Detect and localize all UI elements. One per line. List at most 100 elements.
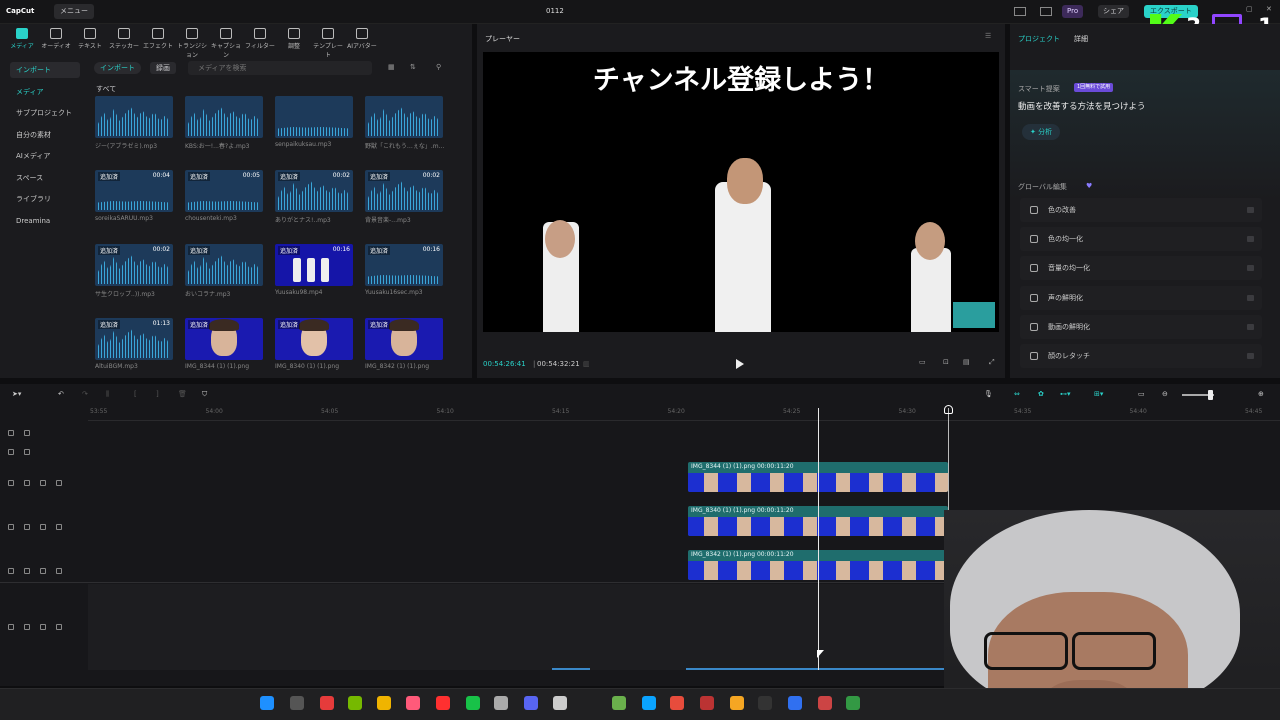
eye-icon[interactable] (40, 624, 46, 630)
split-right-icon[interactable]: ] (156, 390, 159, 398)
toggle[interactable] (1247, 294, 1254, 301)
zoom-slider-handle[interactable] (1208, 390, 1213, 400)
redo-icon[interactable]: ↷ (82, 390, 88, 398)
media-thumbnail[interactable]: 追加済 (365, 318, 443, 360)
tab-caption[interactable]: キャプション (209, 28, 243, 59)
sort-icon[interactable]: ⇅ (410, 63, 416, 71)
fullscreen-icon[interactable]: ⤢ (989, 358, 995, 367)
toggle[interactable] (1247, 207, 1254, 213)
scrollbar-left[interactable] (552, 668, 590, 670)
app-icon[interactable] (730, 696, 744, 710)
tab-details[interactable]: 詳細 (1074, 34, 1088, 44)
lock-icon[interactable] (24, 624, 30, 630)
sidebar-item[interactable]: Dreamina (10, 213, 80, 229)
media-thumbnail[interactable]: 追加済 (185, 318, 263, 360)
lock-icon[interactable] (24, 430, 30, 436)
sidebar-item[interactable]: AIメディア (10, 148, 80, 164)
global-edit-item[interactable]: 顔のレタッチ (1020, 344, 1262, 368)
eye-icon[interactable] (40, 524, 46, 530)
caption-toggle-icon[interactable]: ▭ (1138, 390, 1145, 398)
chrome-icon[interactable] (670, 696, 684, 710)
app-icon[interactable] (846, 696, 860, 710)
eye-icon[interactable] (40, 480, 46, 486)
import-button[interactable]: インポート (94, 62, 141, 74)
tab-project[interactable]: プロジェクト (1018, 34, 1060, 44)
delete-icon[interactable]: 🗑 (178, 390, 187, 398)
playhead-line[interactable] (818, 408, 819, 670)
track-type-icon[interactable] (8, 624, 14, 630)
task-view-icon[interactable] (290, 696, 304, 710)
toggle[interactable] (1247, 323, 1254, 330)
media-thumbnail[interactable]: 追加済 00:02 (95, 244, 173, 286)
sidebar-item[interactable]: インポート (10, 62, 80, 78)
tab-adjust[interactable]: 調整 (277, 28, 311, 50)
zoom-out-icon[interactable]: ⊖ (1162, 390, 1168, 398)
media-thumbnail[interactable]: 追加済 00:05 (185, 170, 263, 212)
folder-icon[interactable] (377, 696, 391, 710)
eye-icon[interactable] (40, 568, 46, 574)
lock-icon[interactable] (24, 480, 30, 486)
sidebar-item[interactable]: スペース (10, 170, 80, 186)
global-edit-item[interactable]: 動画の鮮明化 (1020, 314, 1262, 339)
nvidia-icon[interactable] (348, 696, 362, 710)
tab-media[interactable]: メディア (5, 28, 39, 50)
toggle[interactable] (1247, 236, 1254, 243)
magnet-icon[interactable]: ✿ (1038, 390, 1044, 398)
media-thumbnail[interactable]: 追加済 (185, 244, 263, 286)
lock-icon[interactable] (24, 568, 30, 574)
lock-icon[interactable] (24, 449, 30, 455)
media-thumbnail[interactable] (95, 96, 173, 138)
split-left-icon[interactable]: [ (134, 390, 137, 398)
media-search-input[interactable] (188, 61, 372, 75)
tab-sticker[interactable]: ステッカー (107, 28, 141, 50)
audio-icon[interactable] (56, 480, 62, 486)
global-edit-item[interactable]: 声の鮮明化 (1020, 285, 1262, 310)
track-type-icon[interactable] (8, 568, 14, 574)
app-icon[interactable] (406, 696, 420, 710)
app-icon[interactable] (818, 696, 832, 710)
track-type-icon[interactable] (8, 480, 14, 486)
zoom-fit-icon[interactable]: ⊕ (1258, 390, 1264, 398)
media-thumbnail[interactable]: 追加済 00:16 (275, 244, 353, 286)
end-marker-handle[interactable] (944, 405, 953, 414)
shortcut-icon[interactable] (1040, 7, 1052, 16)
track-type-icon[interactable] (8, 430, 14, 436)
undo-icon[interactable]: ↶ (58, 390, 64, 398)
tab-template[interactable]: テンプレート (311, 28, 345, 59)
audio-icon[interactable] (56, 568, 62, 574)
media-filter-label[interactable]: すべて (96, 84, 116, 94)
media-thumbnail[interactable]: 追加済 00:02 (365, 170, 443, 212)
edge-icon[interactable] (642, 696, 656, 710)
record-button[interactable]: 録画 (150, 62, 176, 74)
media-thumbnail[interactable]: 追加済 (275, 318, 353, 360)
video-preview[interactable]: チャンネル登録しよう！ (483, 52, 999, 332)
aspect-icon[interactable]: ▤ (963, 358, 970, 366)
discord-icon[interactable] (524, 696, 538, 710)
sidebar-item[interactable]: 自分の素材 (10, 127, 80, 143)
tab-audio[interactable]: オーディオ (39, 28, 73, 50)
global-edit-item[interactable]: 色の均一化 (1020, 227, 1262, 252)
pro-button[interactable]: Pro (1062, 5, 1084, 18)
capcut-icon[interactable] (758, 696, 772, 710)
media-thumbnail[interactable]: 追加済 00:16 (365, 244, 443, 286)
sidebar-item[interactable]: サブプロジェクト (10, 105, 80, 121)
tab-ai-avatar[interactable]: AIアバター (345, 28, 379, 50)
share-button[interactable]: シェア (1098, 5, 1129, 18)
toggle[interactable] (1247, 265, 1254, 272)
tab-text[interactable]: テキスト (73, 28, 107, 50)
obs-icon[interactable] (436, 696, 450, 710)
analyze-button[interactable]: ✦ 分析 (1022, 124, 1061, 140)
preview-axis-icon[interactable]: ⊞▾ (1094, 390, 1103, 398)
grid-view-icon[interactable]: ▦ (388, 63, 395, 71)
ratio-icon[interactable]: ▭ (919, 358, 926, 366)
player-menu-icon[interactable]: ☰ (985, 32, 991, 40)
start-icon[interactable] (260, 696, 274, 710)
track-type-icon[interactable] (8, 524, 14, 530)
line-icon[interactable] (466, 696, 480, 710)
maximize-icon[interactable]: ▢ (1246, 5, 1253, 13)
shield-icon[interactable]: ⛉ (202, 390, 207, 399)
media-thumbnail[interactable]: 追加済 01:13 (95, 318, 173, 360)
microphone-icon[interactable]: 🎙 (984, 390, 993, 398)
filter-icon[interactable]: ⚲ (436, 63, 441, 71)
media-thumbnail[interactable] (185, 96, 263, 138)
